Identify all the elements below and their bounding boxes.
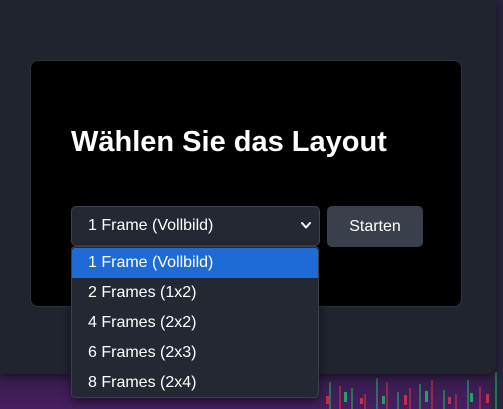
dropdown-option[interactable]: 2 Frames (1x2) [72, 278, 318, 308]
dropdown-option[interactable]: 6 Frames (2x3) [72, 338, 318, 368]
dropdown-option[interactable]: 4 Frames (2x2) [72, 308, 318, 338]
start-button[interactable]: Starten [327, 206, 423, 247]
dialog-title: Wählen Sie das Layout [71, 126, 387, 158]
dropdown-option[interactable]: 1 Frame (Vollbild) [72, 248, 318, 278]
chevron-down-icon [301, 222, 311, 229]
layout-select-value: 1 Frame (Vollbild) [88, 217, 214, 234]
layout-dropdown-list: 1 Frame (Vollbild) 2 Frames (1x2) 4 Fram… [71, 246, 319, 398]
dropdown-option[interactable]: 8 Frames (2x4) [72, 368, 318, 398]
layout-select[interactable]: 1 Frame (Vollbild) [71, 206, 320, 246]
